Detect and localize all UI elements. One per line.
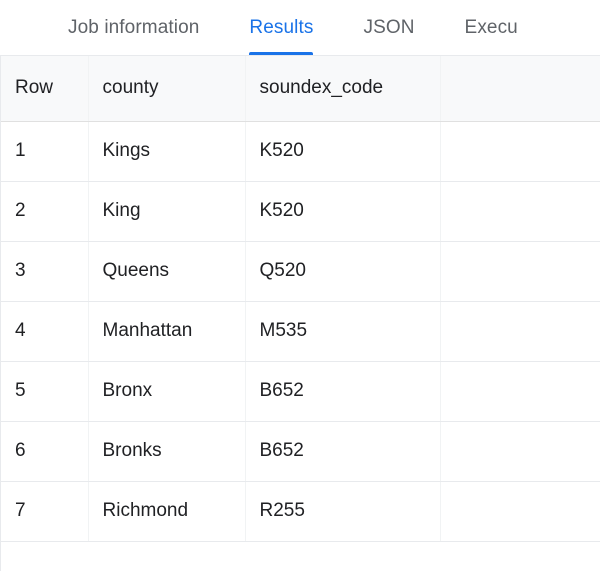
results-table-container: Row county soundex_code 1 Kings K520 2 K… (0, 56, 600, 571)
cell-county: Bronx (88, 361, 246, 422)
tab-results-label: Results (249, 17, 314, 38)
cell-filler (1, 541, 88, 571)
tab-execution-details-label: Execu (464, 17, 518, 38)
cell-empty (440, 361, 600, 422)
cell-row: 5 (1, 361, 89, 422)
cell-row: 3 (1, 241, 89, 302)
results-tab-strip: Job information Results JSON Execu (0, 0, 600, 56)
tab-job-information[interactable]: Job information (68, 0, 200, 55)
cell-soundex-code: K520 (245, 181, 441, 242)
cell-filler (440, 541, 600, 571)
cell-row: 7 (1, 481, 89, 542)
column-header-row[interactable]: Row (1, 56, 89, 122)
cell-empty (440, 181, 600, 242)
cell-row: 1 (1, 121, 89, 182)
table-row[interactable]: 6 Bronks B652 (1, 421, 600, 482)
table-header-row: Row county soundex_code (1, 56, 600, 122)
cell-soundex-code: M535 (245, 301, 441, 362)
cell-row: 4 (1, 301, 89, 362)
cell-empty (440, 301, 600, 362)
table-row[interactable]: 5 Bronx B652 (1, 361, 600, 422)
cell-filler (88, 541, 245, 571)
cell-empty (440, 421, 600, 482)
cell-county: Kings (88, 121, 246, 182)
cell-empty (440, 241, 600, 302)
table-row[interactable]: 3 Queens Q520 (1, 241, 600, 302)
table-row[interactable]: 1 Kings K520 (1, 121, 600, 182)
tab-execution-details[interactable]: Execu (464, 0, 518, 55)
column-header-empty (440, 56, 600, 122)
column-header-county[interactable]: county (88, 56, 246, 122)
results-table: Row county soundex_code 1 Kings K520 2 K… (1, 56, 600, 571)
cell-county: Richmond (88, 481, 246, 542)
table-row[interactable]: 2 King K520 (1, 181, 600, 242)
cell-county: Queens (88, 241, 246, 302)
cell-soundex-code: R255 (245, 481, 441, 542)
column-header-soundex-code[interactable]: soundex_code (245, 56, 441, 122)
tab-json-label: JSON (363, 17, 415, 38)
cell-filler (245, 541, 440, 571)
table-row-filler (1, 541, 600, 571)
tab-results[interactable]: Results (249, 0, 314, 55)
cell-county: King (88, 181, 246, 242)
cell-soundex-code: K520 (245, 121, 441, 182)
cell-empty (440, 481, 600, 542)
table-row[interactable]: 7 Richmond R255 (1, 481, 600, 542)
cell-county: Manhattan (88, 301, 246, 362)
table-row[interactable]: 4 Manhattan M535 (1, 301, 600, 362)
results-table-body: 1 Kings K520 2 King K520 3 Queens Q520 4… (1, 121, 600, 571)
cell-county: Bronks (88, 421, 246, 482)
tab-json[interactable]: JSON (363, 0, 415, 55)
cell-soundex-code: Q520 (245, 241, 441, 302)
results-table-header: Row county soundex_code (1, 56, 600, 122)
cell-empty (440, 121, 600, 182)
cell-row: 2 (1, 181, 89, 242)
tab-job-information-label: Job information (68, 17, 200, 38)
cell-soundex-code: B652 (245, 361, 441, 422)
cell-soundex-code: B652 (245, 421, 441, 482)
cell-row: 6 (1, 421, 89, 482)
